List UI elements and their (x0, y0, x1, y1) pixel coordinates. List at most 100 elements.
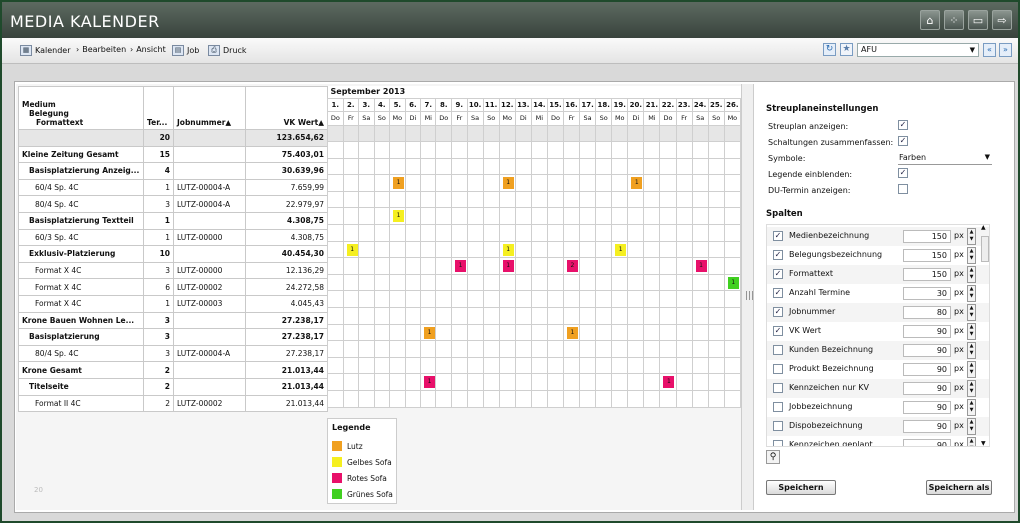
calendar-cell[interactable] (627, 157, 645, 176)
calendar-cell[interactable] (579, 290, 597, 309)
width-stepper[interactable]: ▲▼ (967, 361, 976, 378)
calendar-cell[interactable] (514, 190, 532, 209)
calendar-cell[interactable] (388, 257, 406, 275)
column-width-input[interactable]: 150 (903, 268, 951, 281)
calendar-cell[interactable] (373, 224, 391, 242)
calendar-cell[interactable] (420, 157, 437, 176)
calendar-cell[interactable] (707, 190, 725, 209)
calendar-cell[interactable] (627, 390, 645, 408)
column-checkbox[interactable] (773, 440, 783, 446)
calendar-cell[interactable] (373, 340, 391, 358)
calendar-cell[interactable] (562, 224, 581, 242)
calendar-cell[interactable] (404, 356, 422, 375)
calendar-cell[interactable] (595, 141, 613, 159)
bearbeiten-menu[interactable]: › Bearbeiten (76, 45, 126, 54)
calendar-cell[interactable] (435, 224, 453, 242)
table-row[interactable]: 80/4 Sp. 4C 3 LUTZ-00004-A 27.238,17 (18, 344, 328, 363)
calendar-cell[interactable] (723, 124, 741, 143)
calendar-cell[interactable] (691, 323, 709, 342)
panel-splitter[interactable]: ||| (741, 84, 754, 510)
calendar-cell[interactable] (611, 141, 629, 159)
calendar-cell[interactable] (627, 240, 645, 259)
calendar-cell[interactable] (373, 290, 391, 309)
calendar-cell[interactable] (707, 340, 725, 358)
calendar-cell[interactable] (691, 141, 709, 159)
column-width-input[interactable]: 90 (903, 325, 951, 338)
table-row[interactable]: Format II 4C 2 LUTZ-00002 21.013,44 (18, 394, 328, 413)
calendar-cell[interactable] (723, 307, 741, 325)
calendar-cell[interactable] (327, 124, 344, 143)
calendar-cell[interactable] (357, 273, 375, 292)
table-row[interactable]: 60/3 Sp. 4C 1 LUTZ-00000 4.308,75 (18, 228, 328, 247)
calendar-cell[interactable] (420, 141, 437, 159)
column-width-input[interactable]: 90 (903, 344, 951, 357)
calendar-cell[interactable] (659, 240, 677, 259)
calendar-cell[interactable] (595, 273, 613, 292)
calendar-cell[interactable] (373, 273, 391, 292)
calendar-cell[interactable] (327, 307, 344, 325)
calendar-cell[interactable] (498, 273, 516, 292)
calendar-cell[interactable] (562, 273, 581, 292)
booking-marker[interactable]: 1 (695, 260, 707, 273)
calendar-cell[interactable] (342, 340, 360, 358)
calendar-cell[interactable] (579, 323, 597, 342)
calendar-cell[interactable] (342, 390, 360, 408)
calendar-cell[interactable] (327, 257, 344, 275)
grid-icon[interactable]: ⁘ (944, 10, 964, 30)
calendar-cell[interactable] (530, 157, 548, 176)
calendar-cell[interactable] (435, 157, 453, 176)
calendar-cell[interactable] (514, 390, 532, 408)
calendar-cell[interactable]: 1 (498, 174, 516, 192)
calendar-cell[interactable] (579, 273, 597, 292)
calendar-cell[interactable] (404, 390, 422, 408)
calendar-cell[interactable] (659, 307, 677, 325)
calendar-cell[interactable] (579, 190, 597, 209)
calendar-cell[interactable] (466, 323, 484, 342)
calendar-cell[interactable] (675, 373, 693, 391)
calendar-cell[interactable] (707, 124, 725, 143)
calendar-cell[interactable] (707, 390, 725, 408)
calendar-cell[interactable] (562, 141, 581, 159)
calendar-cell[interactable] (466, 124, 484, 143)
calendar-cell[interactable] (435, 257, 453, 275)
column-checkbox[interactable]: ✓ (773, 326, 783, 336)
calendar-cell[interactable] (388, 323, 406, 342)
calendar-cell[interactable] (420, 207, 437, 226)
calendar-cell[interactable] (595, 356, 613, 375)
calendar-cell[interactable] (435, 190, 453, 209)
calendar-cell[interactable] (530, 323, 548, 342)
calendar-cell[interactable] (707, 224, 725, 242)
calendar-cell[interactable] (466, 157, 484, 176)
calendar-cell[interactable] (404, 373, 422, 391)
calendar-cell[interactable] (627, 224, 645, 242)
column-checkbox[interactable]: ✓ (773, 307, 783, 317)
calendar-cell[interactable] (420, 224, 437, 242)
calendar-cell[interactable] (595, 240, 613, 259)
calendar-cell[interactable] (388, 273, 406, 292)
calendar-cell[interactable] (579, 356, 597, 375)
booking-marker[interactable]: 1 (502, 177, 514, 190)
calendar-cell[interactable] (466, 273, 484, 292)
column-width-input[interactable]: 150 (903, 249, 951, 262)
calendar-cell[interactable] (466, 141, 484, 159)
speech-icon[interactable]: ▭ (968, 10, 988, 30)
legende-checkbox[interactable]: ✓ (898, 168, 908, 178)
calendar-cell[interactable] (357, 190, 375, 209)
calendar-cell[interactable] (530, 240, 548, 259)
calendar-cell[interactable] (373, 390, 391, 408)
table-row[interactable]: Format X 4C 3 LUTZ-00000 12.136,29 (18, 261, 328, 280)
calendar-cell[interactable] (595, 373, 613, 391)
calendar-cell[interactable] (691, 273, 709, 292)
calendar-cell[interactable] (357, 307, 375, 325)
calendar-cell[interactable] (627, 190, 645, 209)
calendar-cell[interactable] (451, 340, 468, 358)
calendar-cell[interactable] (482, 257, 500, 275)
calendar-cell[interactable]: 1 (611, 240, 629, 259)
booking-marker[interactable]: 1 (424, 376, 436, 389)
calendar-cell[interactable] (388, 290, 406, 309)
col-medium-header[interactable]: Medium Belegung Formattext (18, 86, 144, 130)
calendar-cell[interactable] (643, 240, 661, 259)
column-checkbox[interactable] (773, 402, 783, 412)
calendar-cell[interactable] (498, 157, 516, 176)
column-width-input[interactable]: 150 (903, 230, 951, 243)
